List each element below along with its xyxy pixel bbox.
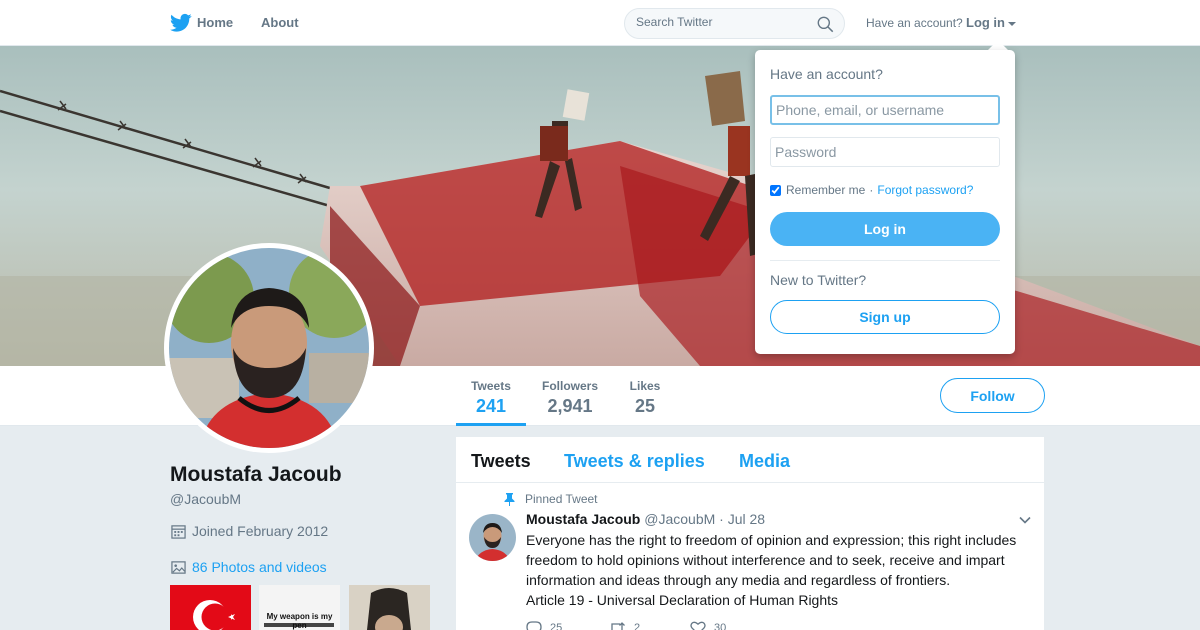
profile-avatar[interactable] xyxy=(164,243,374,453)
tab-media[interactable]: Media xyxy=(739,451,790,472)
profile-name[interactable]: Moustafa Jacoub xyxy=(170,463,342,487)
photos-link[interactable]: 86 Photos and videos xyxy=(171,559,327,575)
remember-me-checkbox[interactable] xyxy=(770,184,781,196)
password-field[interactable] xyxy=(770,137,1000,167)
chevron-down-icon[interactable] xyxy=(1018,513,1032,527)
nav-home-link[interactable]: Home xyxy=(197,15,233,30)
thumbnail-caption: My weapon is my pen xyxy=(266,612,333,630)
tab-tweets[interactable]: Tweets xyxy=(471,451,531,472)
search-box xyxy=(624,8,845,39)
photo-thumbnail[interactable] xyxy=(349,585,430,630)
tweet-text-line: freedom to hold opinions without interfe… xyxy=(526,552,1005,568)
pin-icon xyxy=(504,492,515,506)
login-menu-label: Log in xyxy=(966,15,1005,30)
pinned-label: Pinned Tweet xyxy=(525,492,598,506)
tweet-text-line: information and ideas through any media … xyxy=(526,572,951,588)
tweet-text-line: Everyone has the right to freedom of opi… xyxy=(526,532,1017,548)
timeline-tabs: Tweets Tweets & replies Media xyxy=(456,437,1044,483)
retweet-icon xyxy=(611,622,625,630)
tab-tweets-replies[interactable]: Tweets & replies xyxy=(564,451,705,472)
stat-followers[interactable]: Followers 2,941 xyxy=(533,366,607,426)
account-question: Have an account? xyxy=(866,16,963,30)
tweet-actions: 25 2 30 xyxy=(526,621,772,630)
tweet-header: Moustafa Jacoub @JacoubM · Jul 28 xyxy=(526,511,765,527)
tweet-avatar[interactable] xyxy=(469,514,516,561)
photo-thumbnail[interactable]: My weapon is my pen xyxy=(259,585,340,630)
joined-text: Joined February 2012 xyxy=(192,523,329,539)
pinned-indicator: Pinned Tweet xyxy=(504,492,598,506)
stat-likes[interactable]: Likes 25 xyxy=(620,366,670,426)
stat-label: Followers xyxy=(541,379,598,393)
calendar-icon xyxy=(171,524,186,539)
new-to-twitter-text: New to Twitter? xyxy=(770,272,867,288)
separator-dot: · xyxy=(869,183,874,197)
stat-value: 241 xyxy=(475,396,507,416)
like-count: 30 xyxy=(714,622,727,630)
retweet-button[interactable]: 2 xyxy=(608,621,690,630)
tweet-text-line: Article 19 - Universal Declaration of Hu… xyxy=(526,592,839,608)
twitter-bird-icon[interactable] xyxy=(170,13,192,33)
forgot-password-link[interactable]: Forgot password? xyxy=(877,183,973,197)
photos-link-text: 86 Photos and videos xyxy=(192,559,327,575)
top-nav: Home About Have an account? Log in xyxy=(0,0,1200,46)
login-dropdown-title: Have an account? xyxy=(770,66,883,82)
tweet-author[interactable]: Moustafa Jacoub xyxy=(526,511,640,527)
search-input[interactable] xyxy=(636,15,816,29)
chevron-down-icon xyxy=(1008,21,1016,26)
login-button[interactable]: Log in xyxy=(770,212,1000,246)
stat-tweets[interactable]: Tweets 241 xyxy=(456,366,526,426)
search-icon[interactable] xyxy=(817,16,834,33)
heart-icon xyxy=(690,621,706,630)
dropdown-arrow xyxy=(988,40,1008,50)
signup-button[interactable]: Sign up xyxy=(770,300,1000,334)
avatar-image xyxy=(169,248,369,448)
stat-value: 2,941 xyxy=(547,396,593,416)
reply-icon xyxy=(526,621,542,630)
stat-label: Tweets xyxy=(471,379,511,393)
image-icon xyxy=(171,560,186,574)
profile-handle[interactable]: @JacoubM xyxy=(170,491,241,507)
stat-value: 25 xyxy=(634,396,656,416)
tweet-dot: · xyxy=(719,511,724,527)
joined-date: Joined February 2012 xyxy=(171,523,328,539)
tweet-avatar-image xyxy=(469,514,516,561)
remember-me-label[interactable]: Remember me xyxy=(786,183,865,197)
follow-button[interactable]: Follow xyxy=(940,378,1045,413)
login-dropdown: Have an account? Remember me · Forgot pa… xyxy=(755,50,1015,354)
stat-label: Likes xyxy=(629,379,661,393)
tweet-handle[interactable]: @JacoubM xyxy=(644,511,715,527)
turkish-flag-image xyxy=(193,600,235,630)
timeline: Tweets Tweets & replies Media Pinned Twe… xyxy=(456,437,1044,630)
reply-count: 25 xyxy=(550,622,563,630)
retweet-count: 2 xyxy=(634,622,641,630)
divider xyxy=(770,260,1000,261)
tweet-date[interactable]: Jul 28 xyxy=(728,511,765,527)
like-button[interactable]: 30 xyxy=(690,621,772,630)
portrait-image xyxy=(367,588,411,630)
tweet-text: Everyone has the right to freedom of opi… xyxy=(526,530,1026,610)
login-menu-toggle[interactable]: Log in xyxy=(966,15,1016,30)
photo-thumbnail[interactable] xyxy=(170,585,251,630)
reply-button[interactable]: 25 xyxy=(526,621,608,630)
nav-about-link[interactable]: About xyxy=(261,15,299,30)
username-field[interactable] xyxy=(770,95,1000,125)
remember-row: Remember me · Forgot password? xyxy=(770,183,973,197)
